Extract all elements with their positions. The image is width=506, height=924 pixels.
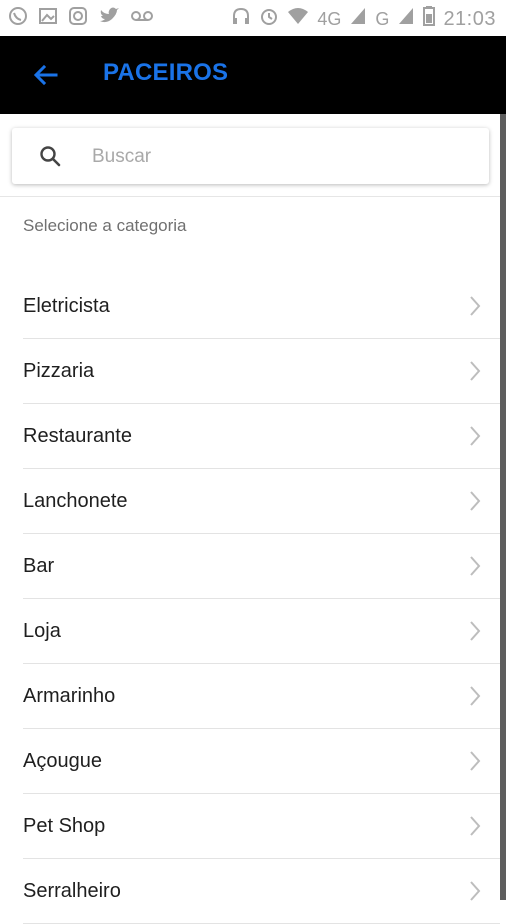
list-item-label: Pizzaria <box>23 359 95 382</box>
chevron-right-icon <box>468 619 482 643</box>
list-item[interactable]: Lanchonete <box>23 469 500 534</box>
list-item[interactable]: Loja <box>23 599 500 664</box>
network-g-label: G <box>375 9 390 29</box>
list-item-label: Armarinho <box>23 684 116 707</box>
chevron-right-icon <box>468 424 482 448</box>
list-item[interactable]: Bar <box>23 534 500 599</box>
wifi-icon <box>287 6 309 32</box>
list-item-label: Bar <box>23 554 55 577</box>
list-item-label: Eletricista <box>23 294 110 317</box>
arrow-left-icon[interactable] <box>30 60 60 90</box>
list-item-label: Lanchonete <box>23 489 128 512</box>
chevron-right-icon <box>468 359 482 383</box>
instagram-icon <box>68 6 88 32</box>
chevron-right-icon <box>468 489 482 513</box>
search-section <box>0 114 500 197</box>
status-right-icons: 4G G 21:03 <box>231 6 496 32</box>
search-input[interactable] <box>90 138 474 176</box>
list-item[interactable]: Eletricista <box>23 274 500 339</box>
chevron-right-icon <box>468 294 482 318</box>
list-item-label: Serralheiro <box>23 879 121 902</box>
list-item[interactable]: Restaurante <box>23 404 500 469</box>
list-item[interactable]: Pizzaria <box>23 339 500 404</box>
status-left-icons <box>8 6 154 32</box>
search-bar[interactable] <box>12 128 489 184</box>
chevron-right-icon <box>468 879 482 903</box>
chevron-right-icon <box>468 749 482 773</box>
category-list: Eletricista Pizzaria Restaurante Lanchon… <box>23 274 500 924</box>
headphones-icon <box>231 6 251 32</box>
voicemail-icon <box>130 6 154 32</box>
chevron-right-icon <box>468 814 482 838</box>
signal-icon-2 <box>397 6 415 32</box>
category-heading: Selecione a categoria <box>23 216 187 235</box>
list-item-label: Açougue <box>23 749 102 772</box>
list-item-label: Pet Shop <box>23 814 106 837</box>
status-bar: 4G G 21:03 <box>0 0 506 36</box>
chevron-right-icon <box>468 684 482 708</box>
app-bar: PACEIROS <box>0 36 506 114</box>
search-icon[interactable] <box>38 144 62 168</box>
list-item[interactable]: Açougue <box>23 729 500 794</box>
signal-icon <box>349 6 367 32</box>
status-time: 21:03 <box>443 8 496 30</box>
list-item[interactable]: Pet Shop <box>23 794 500 859</box>
main-content: Selecione a categoria Eletricista Pizzar… <box>0 114 500 924</box>
image-icon <box>38 6 58 32</box>
scroll-edge <box>500 114 506 900</box>
network-4g-label: 4G <box>317 9 342 29</box>
list-item-label: Restaurante <box>23 424 132 447</box>
chevron-right-icon <box>468 554 482 578</box>
alarm-icon <box>259 6 279 32</box>
twitter-icon <box>98 6 120 32</box>
page-title: PACEIROS <box>103 59 229 86</box>
whatsapp-icon <box>8 6 28 32</box>
battery-icon <box>423 6 436 32</box>
list-item-label: Loja <box>23 619 61 642</box>
list-item[interactable]: Serralheiro <box>23 859 500 924</box>
list-item[interactable]: Armarinho <box>23 664 500 729</box>
